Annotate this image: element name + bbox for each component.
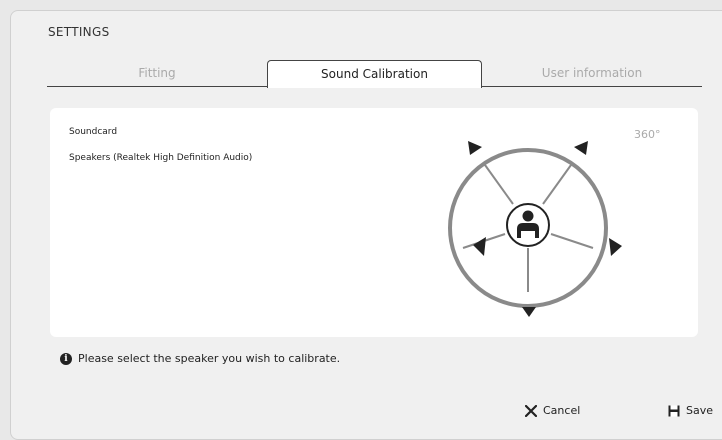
tab-bar: Fitting Sound Calibration User informati… [47, 60, 702, 88]
info-text: Please select the speaker you wish to ca… [78, 352, 341, 365]
speaker-diagram [448, 141, 622, 317]
listener-icon [506, 203, 550, 247]
save-label: Save [686, 404, 714, 417]
save-icon [668, 405, 680, 416]
settings-title: SETTINGS [48, 25, 110, 39]
speaker-rear-icon[interactable] [522, 307, 536, 317]
save-button[interactable]: Save [668, 404, 713, 417]
info-icon: i [60, 352, 72, 365]
calibration-card: Soundcard Speakers (Realtek High Definit… [50, 108, 698, 337]
tab-fitting[interactable]: Fitting [47, 60, 267, 87]
speaker-side-left-icon[interactable] [473, 237, 486, 256]
soundcard-value: Speakers (Realtek High Definition Audio) [69, 153, 253, 163]
close-icon [525, 404, 537, 417]
info-message: i Please select the speaker you wish to … [60, 352, 340, 365]
speaker-side-right-icon[interactable] [609, 238, 622, 256]
speaker-front-right-icon[interactable] [574, 141, 588, 155]
tab-sound-calibration[interactable]: Sound Calibration [267, 60, 482, 88]
soundcard-label: Soundcard [69, 127, 118, 137]
speaker-front-left-icon[interactable] [468, 141, 482, 155]
cancel-button[interactable]: Cancel [525, 404, 580, 417]
tab-user-information[interactable]: User information [482, 60, 702, 87]
cancel-label: Cancel [543, 404, 581, 417]
